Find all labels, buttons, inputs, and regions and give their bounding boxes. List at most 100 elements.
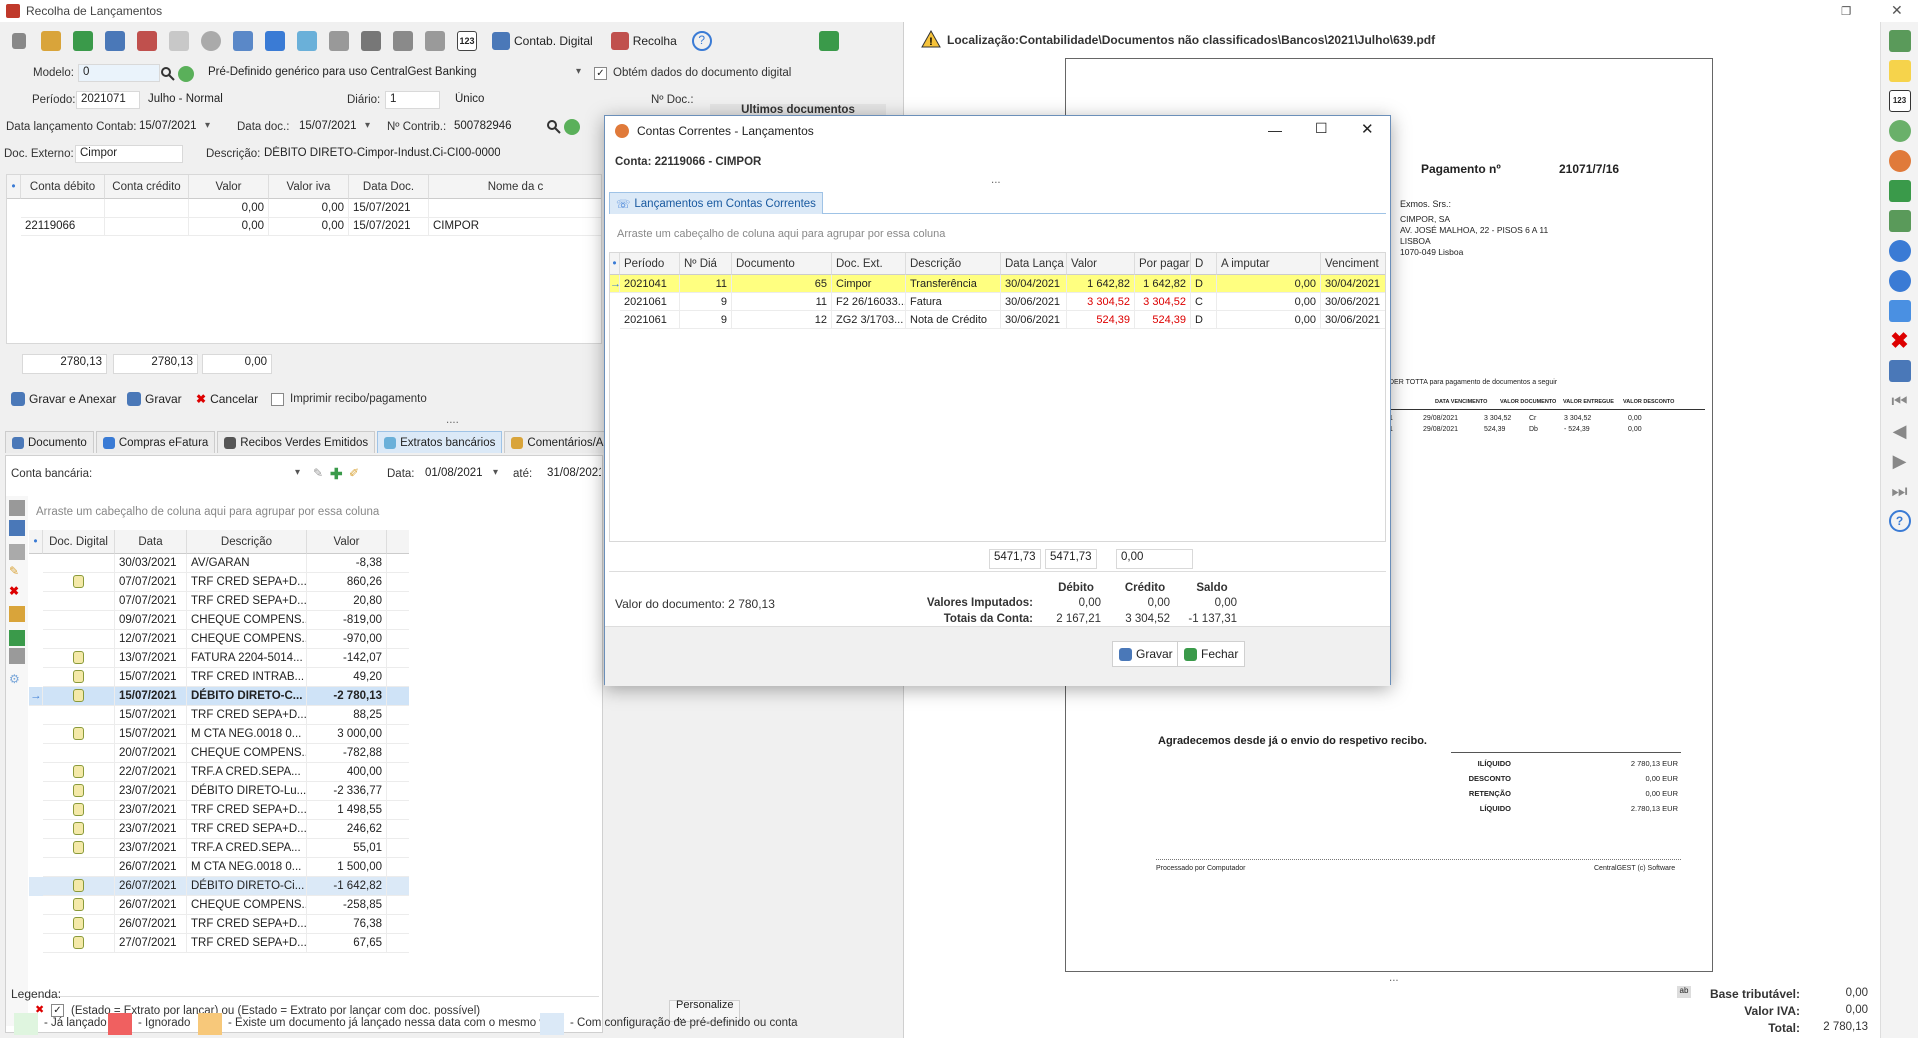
column-header[interactable]: Descrição <box>187 530 307 554</box>
calc-icon[interactable] <box>230 28 256 54</box>
data-doc-input[interactable]: 15/07/2021 <box>294 118 374 136</box>
table-row[interactable]: 22119066 0,00 0,00 15/07/2021 CIMPOR <box>7 217 601 236</box>
person-icon[interactable] <box>9 606 25 622</box>
settings-doc-icon[interactable] <box>326 28 352 54</box>
ledger-icon[interactable] <box>70 28 96 54</box>
document-icon[interactable] <box>73 803 84 817</box>
refresh-icon[interactable] <box>294 28 320 54</box>
zoom-in-icon[interactable] <box>1888 120 1911 142</box>
edit-doc-icon[interactable] <box>38 28 64 54</box>
add-icon[interactable]: ✚ <box>330 465 343 483</box>
document-icon[interactable] <box>73 879 84 893</box>
restore-icon[interactable]: ❐ <box>1841 4 1851 18</box>
bank-row[interactable]: 30/03/2021AV/GARAN-8,380,00 <box>29 554 409 573</box>
column-header[interactable]: Nome da c <box>429 175 601 199</box>
cancelar-button[interactable]: ✖ Cancelar <box>189 388 266 410</box>
gravar-button[interactable]: Gravar <box>120 388 189 410</box>
tab-3[interactable]: Extratos bancários <box>377 431 503 453</box>
cc-row[interactable]: → 2021041 11 65 Cimpor Transferência 30/04/202… <box>610 275 1385 293</box>
delete-icon[interactable]: ✖ <box>9 584 19 598</box>
column-header[interactable]: Documento <box>732 253 832 275</box>
column-header[interactable]: Nº Diá <box>680 253 732 275</box>
dialog-gravar-button[interactable]: Gravar <box>1112 641 1180 667</box>
print-icon[interactable] <box>422 28 448 54</box>
conta-bancaria-select[interactable] <box>94 465 304 483</box>
bank-row[interactable]: 13/07/2021FATURA 2204-5014...-142,07353,… <box>29 649 409 668</box>
column-header[interactable]: Venciment <box>1321 253 1385 275</box>
document-icon[interactable] <box>73 917 84 931</box>
edit-icon[interactable]: ✐ <box>349 466 359 480</box>
numbering-icon[interactable]: 123 <box>1888 90 1911 112</box>
bank-row[interactable]: 22/07/2021TRF.A CRED.SEPA...400,001 441,… <box>29 763 409 782</box>
column-header[interactable]: Saldo <box>387 530 409 554</box>
modelo-input[interactable]: 0 <box>78 64 160 82</box>
close-icon[interactable]: ✕ <box>1891 2 1903 19</box>
modelo-select[interactable]: Pré-Definido genérico para uso CentralGe… <box>203 64 585 82</box>
tab-0[interactable]: Documento <box>5 431 94 453</box>
column-header[interactable]: Valor <box>307 530 387 554</box>
column-header[interactable]: Data Lança <box>1001 253 1067 275</box>
numbering-icon[interactable]: 123 <box>454 28 480 54</box>
splitter-dots[interactable]: ... <box>1389 972 1399 984</box>
document-icon[interactable] <box>73 936 84 950</box>
bank-row[interactable]: 26/07/2021TRF CRED SEPA+D...76,38722,62 <box>29 915 409 934</box>
bank-row[interactable]: 15/07/2021M CTA NEG.0018 0...3 000,00803… <box>29 725 409 744</box>
column-header[interactable]: Data Doc. <box>349 175 429 199</box>
bank-row[interactable]: 12/07/2021CHEQUE COMPENS...-970,00665,96 <box>29 630 409 649</box>
column-header[interactable]: A imputar <box>1217 253 1321 275</box>
export-icon[interactable] <box>134 28 160 54</box>
splitter-dots[interactable]: .... <box>446 414 459 426</box>
table-row[interactable]: 0,00 0,00 15/07/2021 <box>7 199 601 218</box>
tab-lancamentos-cc[interactable]: ☏ Lançamentos em Contas Correntes <box>609 192 823 214</box>
contab-digital-button[interactable]: Contab. Digital <box>486 28 599 54</box>
search-icon[interactable] <box>160 66 176 82</box>
help-icon[interactable]: ? <box>689 28 715 54</box>
close-icon[interactable]: ✕ <box>1361 120 1374 138</box>
copy-icon[interactable] <box>166 28 192 54</box>
print-icon[interactable] <box>9 648 25 664</box>
bank-row[interactable]: 23/07/2021TRF.A CRED.SEPA...55,01905,09 <box>29 839 409 858</box>
folder-icon[interactable] <box>1888 60 1911 82</box>
bank-row[interactable]: 23/07/2021TRF CRED SEPA+D...246,62850,08 <box>29 820 409 839</box>
pencil-icon[interactable]: ✎ <box>313 466 323 480</box>
minimize-icon[interactable]: — <box>1268 122 1282 138</box>
document-icon[interactable] <box>73 651 84 665</box>
move-icon[interactable] <box>9 544 25 560</box>
bank-row[interactable]: → 15/07/2021DÉBITO DIRETO-C...-2 780,13-2… <box>29 687 409 706</box>
bank-row[interactable]: 07/07/2021TRF CRED SEPA+D...20,80513,52 <box>29 592 409 611</box>
search-icon[interactable] <box>546 119 562 135</box>
diario-input[interactable]: 1 <box>385 91 440 109</box>
bank-row[interactable]: 09/07/2021CHEQUE COMPENS...-819,001 635,… <box>29 611 409 630</box>
filter-checkbox[interactable]: ✓ <box>51 1003 64 1018</box>
bank-row[interactable]: 15/07/2021TRF CRED SEPA+D...88,25534,45 <box>29 706 409 725</box>
bank-row[interactable]: 26/07/2021DÉBITO DIRETO-Ci...-1 642,82-9… <box>29 877 409 896</box>
document-icon[interactable] <box>73 841 84 855</box>
attach-icon[interactable] <box>390 28 416 54</box>
bank-row[interactable]: 15/07/2021TRF CRED INTRAB...49,20-2 196,… <box>29 668 409 687</box>
cut-icon[interactable] <box>6 28 32 54</box>
prev-page-icon[interactable]: ◀ <box>1889 420 1911 442</box>
bank-row[interactable]: 23/07/2021DÉBITO DIRETO-Lu...-2 336,77-8… <box>29 782 409 801</box>
zoom-out-icon[interactable] <box>1888 150 1911 172</box>
next-page-icon[interactable]: ▶ <box>1889 450 1911 472</box>
column-header[interactable]: Valor <box>189 175 269 199</box>
recolha-button[interactable]: Recolha <box>605 28 683 54</box>
bank-row[interactable]: 26/07/2021CHEQUE COMPENS...-258,85646,24 <box>29 896 409 915</box>
column-header[interactable]: Por pagar <box>1135 253 1191 275</box>
data-from-input[interactable]: 01/08/2021 <box>420 465 502 483</box>
mail-icon[interactable] <box>9 630 25 646</box>
bank-row[interactable]: 07/07/2021TRF CRED SEPA+D...860,261 373,… <box>29 573 409 592</box>
users-icon[interactable] <box>102 28 128 54</box>
tools-icon[interactable] <box>358 28 384 54</box>
last-page-icon[interactable]: ⏭ <box>1889 480 1911 502</box>
gravar-anexar-button[interactable]: Gravar e Anexar <box>4 388 124 410</box>
column-header[interactable]: Valor <box>1067 253 1135 275</box>
document-icon[interactable] <box>73 670 84 684</box>
globe-icon[interactable] <box>198 28 224 54</box>
help-icon[interactable]: ? <box>1888 510 1911 532</box>
lookup-icon[interactable] <box>178 66 194 82</box>
bank-row[interactable]: 23/07/2021TRF CRED SEPA+D...1 498,55603,… <box>29 801 409 820</box>
column-header[interactable]: Doc. Digital <box>43 530 115 554</box>
add-page-icon[interactable] <box>1888 30 1911 52</box>
column-header[interactable]: Valor iva <box>269 175 349 199</box>
